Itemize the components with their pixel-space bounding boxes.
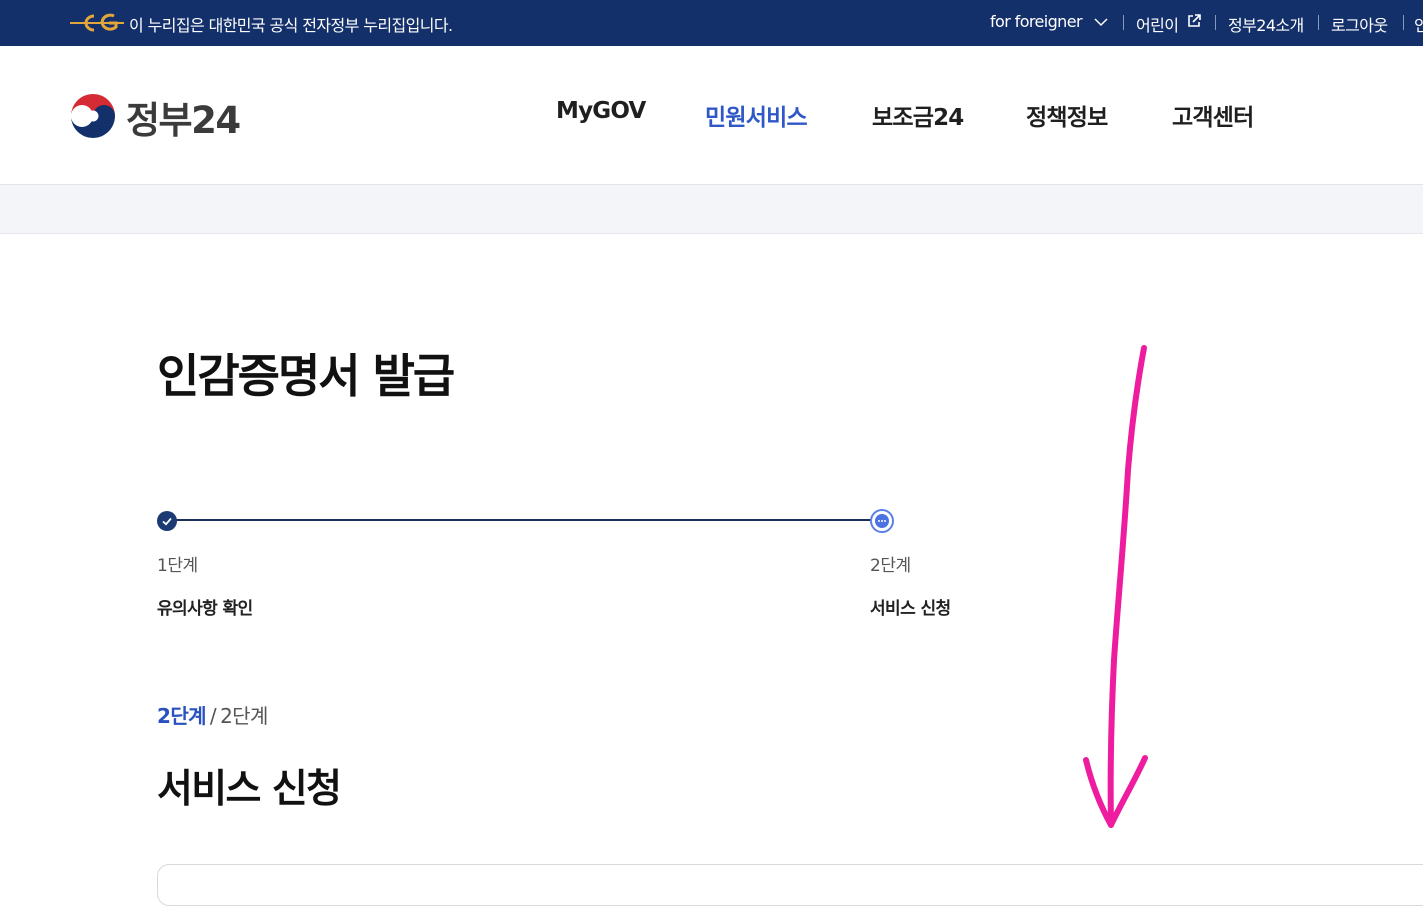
breadcrumb-band — [0, 185, 1423, 234]
logout-link[interactable]: 로그아웃 — [1331, 12, 1388, 36]
step-2-label: 서비스 신청 — [870, 599, 951, 619]
arrow-down-icon — [1083, 345, 1148, 828]
chevron-down-icon[interactable] — [1093, 14, 1109, 30]
site-header: 정부24 MyGOV 민원서비스 보조금24 정책정보 고객센터 — [0, 46, 1423, 185]
official-notice: 이 누리집은 대한민국 공식 전자정부 누리집입니다. — [129, 16, 453, 35]
step-1-label: 유의사항 확인 — [157, 599, 253, 619]
nav-policy-info[interactable]: 정책정보 — [1026, 98, 1108, 132]
nav-subsidy24[interactable]: 보조금24 — [872, 98, 964, 132]
nav-civil-service[interactable]: 민원서비스 — [705, 98, 808, 132]
external-link-icon — [1188, 14, 1201, 27]
egovernment-logo-icon — [70, 13, 124, 32]
total-steps: 2단계 — [220, 704, 268, 728]
for-foreigner-link[interactable]: for foreigner — [990, 12, 1083, 31]
brand-name[interactable]: 정부24 — [126, 90, 241, 144]
official-banner: 이 누리집은 대한민국 공식 전자정부 누리집입니다. for foreigne… — [0, 0, 1423, 46]
step-completed-marker — [157, 511, 177, 531]
partial-link[interactable]: 인 — [1414, 12, 1423, 36]
counter-separator: / — [209, 704, 217, 728]
page-title: 인감증명서 발급 — [157, 349, 455, 403]
nav-mygov[interactable]: MyGOV — [556, 98, 646, 124]
about-gov24-link[interactable]: 정부24소개 — [1228, 12, 1304, 36]
check-icon — [162, 517, 172, 526]
section-title: 서비스 신청 — [157, 767, 342, 812]
step-1-number: 1단계 — [157, 556, 198, 576]
separator — [1403, 15, 1404, 30]
form-card — [157, 864, 1423, 906]
kids-link[interactable]: 어린이 — [1136, 12, 1179, 36]
taegeuk-emblem-icon[interactable] — [70, 93, 116, 139]
nav-customer-center[interactable]: 고객센터 — [1172, 98, 1254, 132]
separator — [1215, 15, 1216, 30]
more-dots-icon — [870, 509, 894, 533]
separator — [1318, 15, 1319, 30]
current-step: 2단계 — [157, 704, 207, 728]
step-counter: 2단계/2단계 — [157, 700, 268, 729]
step-2-number: 2단계 — [870, 556, 911, 576]
separator — [1123, 15, 1124, 30]
stepper-track — [167, 519, 881, 521]
